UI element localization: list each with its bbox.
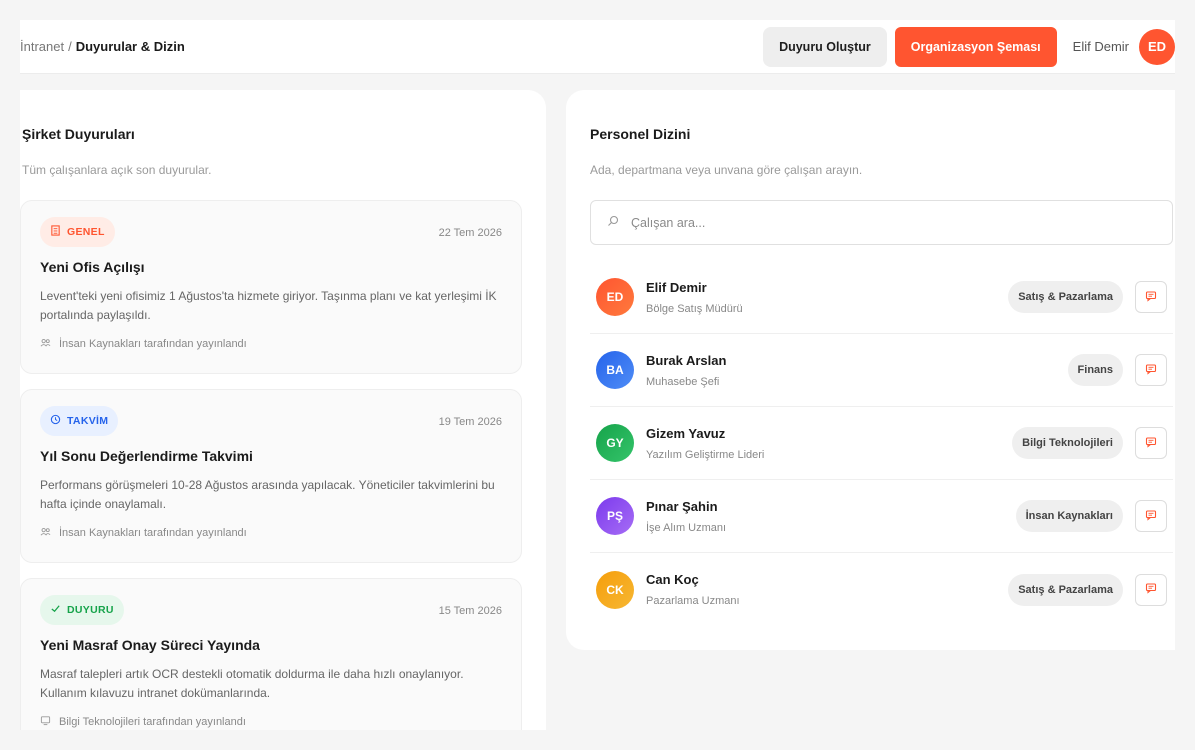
person-row[interactable]: GY Gizem Yavuz Yazılım Geliştirme Lideri… bbox=[590, 407, 1173, 480]
message-icon bbox=[1145, 290, 1157, 305]
announcement-tag: GENEL bbox=[40, 217, 115, 247]
announcement-tag-label: TAKVİM bbox=[67, 415, 109, 427]
person-avatar: PŞ bbox=[596, 497, 634, 535]
top-bar: İntranet / Duyurular & Dizin Duyuru Oluş… bbox=[20, 20, 1175, 74]
person-avatar: GY bbox=[596, 424, 634, 462]
search-icon bbox=[607, 214, 619, 232]
users-icon bbox=[40, 526, 51, 540]
message-button[interactable] bbox=[1135, 281, 1167, 313]
message-icon bbox=[1145, 363, 1157, 378]
announcement-author-label: İnsan Kaynakları tarafından yayınlandı bbox=[59, 338, 247, 350]
directory-title: Personel Dizini bbox=[590, 126, 691, 142]
message-button[interactable] bbox=[1135, 354, 1167, 386]
org-chart-button[interactable]: Organizasyon Şeması bbox=[894, 26, 1057, 67]
announcement-card[interactable]: GENEL 22 Tem 2026 Yeni Ofis Açılışı Leve… bbox=[20, 200, 522, 374]
person-role: Pazarlama Uzmanı bbox=[646, 595, 740, 607]
department-badge: Satış & Pazarlama bbox=[1008, 281, 1123, 313]
announcement-card[interactable]: DUYURU 15 Tem 2026 Yeni Masraf Onay Süre… bbox=[20, 578, 522, 730]
current-user-name[interactable]: Elif Demir bbox=[1073, 39, 1129, 54]
message-button[interactable] bbox=[1135, 427, 1167, 459]
announcement-tag-label: GENEL bbox=[67, 226, 105, 238]
department-badge: Finans bbox=[1067, 354, 1123, 386]
person-info: Elif Demir Bölge Satış Müdürü bbox=[646, 280, 743, 315]
user-avatar[interactable]: ED bbox=[1139, 28, 1175, 65]
person-name[interactable]: Burak Arslan bbox=[646, 353, 726, 368]
announcements-panel: Şirket Duyuruları Tüm çalışanlara açık s… bbox=[20, 90, 546, 730]
announcement-author: İnsan Kaynakları tarafından yayınlandı bbox=[40, 526, 247, 540]
person-info: Burak Arslan Muhasebe Şefi bbox=[646, 353, 726, 388]
create-announcement-button[interactable]: Duyuru Oluştur bbox=[763, 26, 887, 67]
topbar-actions: Duyuru Oluştur Organizasyon Şeması Elif … bbox=[763, 26, 1175, 67]
person-avatar: CK bbox=[596, 570, 634, 609]
announcements-title: Şirket Duyuruları bbox=[22, 126, 135, 142]
announcement-author-label: Bilgi Teknolojileri tarafından yayınland… bbox=[59, 716, 246, 728]
person-info: Can Koç Pazarlama Uzmanı bbox=[646, 572, 740, 607]
clock-icon bbox=[50, 414, 61, 428]
person-avatar: BA bbox=[596, 351, 634, 389]
breadcrumb: İntranet / Duyurular & Dizin bbox=[20, 39, 185, 54]
announcement-date: 22 Tem 2026 bbox=[438, 227, 502, 239]
person-row[interactable]: PŞ Pınar Şahin İşe Alım Uzmanı İnsan Kay… bbox=[590, 480, 1173, 553]
breadcrumb-root-link[interactable]: İntranet bbox=[20, 39, 64, 54]
employee-search[interactable] bbox=[590, 200, 1173, 245]
announcement-author: İnsan Kaynakları tarafından yayınlandı bbox=[40, 337, 247, 351]
monitor-icon bbox=[40, 715, 51, 729]
person-role: Yazılım Geliştirme Lideri bbox=[646, 448, 765, 461]
announcement-title[interactable]: Yeni Masraf Onay Süreci Yayında bbox=[40, 637, 260, 653]
person-row[interactable]: ED Elif Demir Bölge Satış Müdürü Satış &… bbox=[590, 261, 1173, 334]
department-badge: İnsan Kaynakları bbox=[1015, 500, 1123, 532]
person-role: Muhasebe Şefi bbox=[646, 375, 720, 388]
message-button[interactable] bbox=[1135, 573, 1167, 606]
check-icon bbox=[50, 603, 61, 617]
message-icon bbox=[1145, 436, 1157, 451]
person-row[interactable]: BA Burak Arslan Muhasebe Şefi Finans bbox=[590, 334, 1173, 407]
announcement-title[interactable]: Yıl Sonu Değerlendirme Takvimi bbox=[40, 448, 253, 464]
announcements-subtitle: Tüm çalışanlara açık son duyurular. bbox=[22, 163, 212, 177]
directory-subtitle: Ada, departmana veya unvana göre çalışan… bbox=[590, 163, 863, 177]
person-name[interactable]: Gizem Yavuz bbox=[646, 426, 764, 441]
announcement-body: Levent'teki yeni ofisimiz 1 Ağustos'ta h… bbox=[40, 289, 497, 322]
announcement-date: 15 Tem 2026 bbox=[438, 605, 502, 617]
message-icon bbox=[1145, 582, 1157, 597]
announcement-title[interactable]: Yeni Ofis Açılışı bbox=[40, 259, 145, 275]
announcement-author: Bilgi Teknolojileri tarafından yayınland… bbox=[40, 715, 246, 729]
message-button[interactable] bbox=[1135, 500, 1167, 532]
breadcrumb-current: Duyurular & Dizin bbox=[75, 39, 185, 54]
announcement-card[interactable]: TAKVİM 19 Tem 2026 Yıl Sonu Değerlendirm… bbox=[20, 389, 522, 563]
announcement-tag: DUYURU bbox=[40, 595, 124, 625]
building-icon bbox=[50, 225, 61, 239]
announcement-tag-label: DUYURU bbox=[67, 604, 114, 616]
person-role: Bölge Satış Müdürü bbox=[646, 302, 743, 315]
announcement-body: Performans görüşmeleri 10-28 Ağustos ara… bbox=[40, 478, 495, 511]
message-icon bbox=[1145, 509, 1157, 524]
person-row[interactable]: CK Can Koç Pazarlama Uzmanı Satış & Paza… bbox=[590, 553, 1173, 626]
person-name[interactable]: Can Koç bbox=[646, 572, 740, 587]
person-info: Gizem Yavuz Yazılım Geliştirme Lideri bbox=[646, 426, 764, 461]
announcement-tag: TAKVİM bbox=[40, 406, 119, 436]
breadcrumb-separator: / bbox=[68, 39, 72, 54]
announcement-date: 19 Tem 2026 bbox=[438, 416, 502, 428]
department-badge: Bilgi Teknolojileri bbox=[1012, 427, 1123, 459]
person-name[interactable]: Pınar Şahin bbox=[646, 499, 726, 514]
person-info: Pınar Şahin İşe Alım Uzmanı bbox=[646, 499, 726, 534]
employee-search-input[interactable] bbox=[631, 215, 1131, 230]
person-role: İşe Alım Uzmanı bbox=[646, 521, 727, 534]
announcement-body: Masraf talepleri artık OCR destekli otom… bbox=[40, 667, 464, 700]
person-avatar: ED bbox=[596, 278, 634, 316]
announcement-author-label: İnsan Kaynakları tarafından yayınlandı bbox=[59, 527, 247, 539]
person-name[interactable]: Elif Demir bbox=[646, 280, 743, 295]
directory-panel: Personel Dizini Ada, departmana veya unv… bbox=[566, 90, 1175, 650]
users-icon bbox=[40, 337, 51, 351]
department-badge: Satış & Pazarlama bbox=[1008, 573, 1123, 606]
